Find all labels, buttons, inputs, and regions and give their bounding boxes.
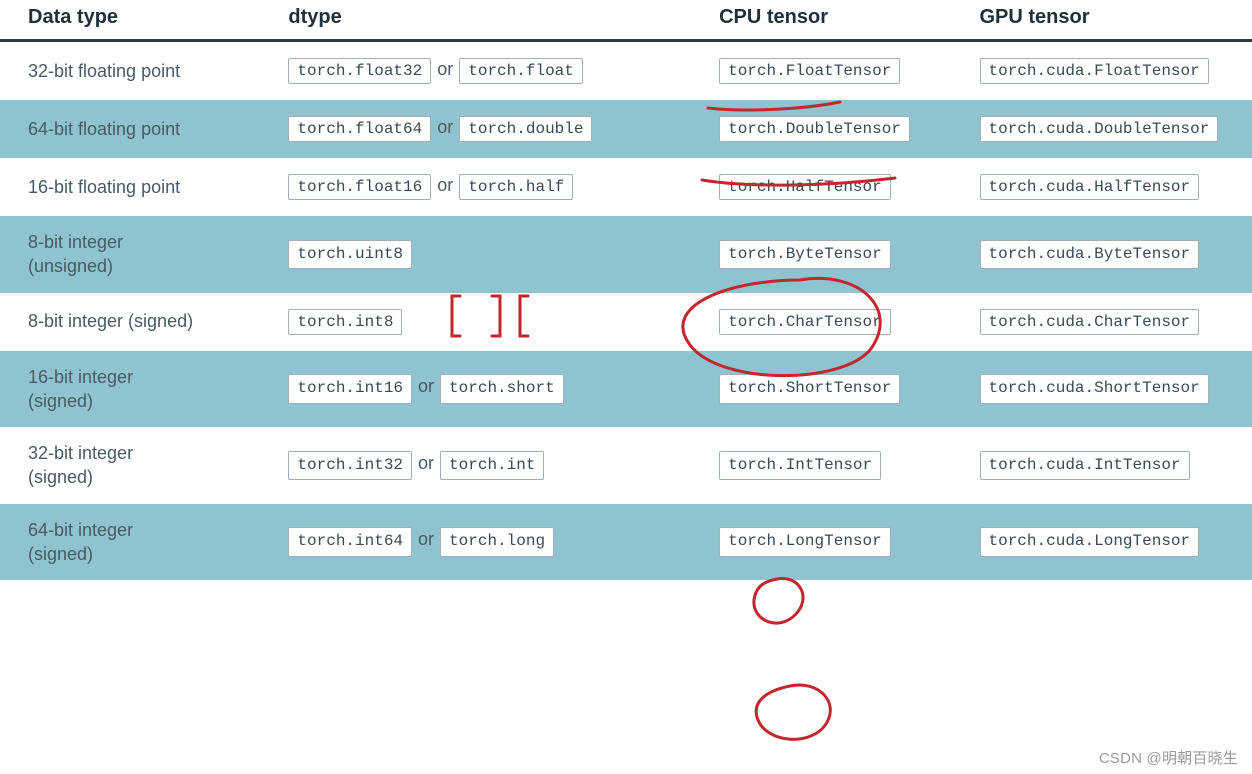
gpu-tensor-code: torch.cuda.DoubleTensor (980, 116, 1219, 142)
or-label: or (418, 374, 434, 398)
gpu-tensor-code: torch.cuda.ByteTensor (980, 240, 1200, 270)
gpu-tensor-cell: torch.cuda.HalfTensor (952, 158, 1252, 216)
gpu-tensor-cell: torch.cuda.ByteTensor (952, 216, 1252, 293)
col-header-dtype: dtype (260, 0, 691, 41)
data-type-label: 16-bit floating point (28, 177, 180, 197)
cpu-tensor-code: torch.DoubleTensor (719, 116, 910, 142)
cpu-tensor-cell: torch.CharTensor (691, 293, 951, 351)
dtype-cell: torch.int32ortorch.int (260, 427, 691, 504)
watermark-text: CSDN @明朝百晓生 (1099, 747, 1238, 768)
data-type-label: 16-bit integer (signed) (28, 367, 133, 411)
data-type-cell: 16-bit floating point (0, 158, 260, 216)
data-type-label: 32-bit floating point (28, 61, 180, 81)
circle-mark-icon (756, 685, 830, 739)
dtype-code: torch.half (459, 174, 573, 200)
gpu-tensor-cell: torch.cuda.FloatTensor (952, 41, 1252, 101)
gpu-tensor-cell: torch.cuda.LongTensor (952, 504, 1252, 581)
table-row: 64-bit integer (signed)torch.int64ortorc… (0, 504, 1252, 581)
dtype-code: torch.int (440, 451, 544, 481)
cpu-tensor-code: torch.IntTensor (719, 451, 881, 481)
cpu-tensor-cell: torch.LongTensor (691, 504, 951, 581)
gpu-tensor-code: torch.cuda.LongTensor (980, 527, 1200, 557)
cpu-tensor-code: torch.ByteTensor (719, 240, 891, 270)
tensor-types-table: Data type dtype CPU tensor GPU tensor 32… (0, 0, 1252, 580)
data-type-cell: 64-bit integer (signed) (0, 504, 260, 581)
gpu-tensor-code: torch.cuda.IntTensor (980, 451, 1190, 481)
table-row: 16-bit integer (signed)torch.int16ortorc… (0, 351, 1252, 428)
dtype-code: torch.int64 (288, 527, 412, 557)
dtype-code: torch.float32 (288, 58, 431, 84)
gpu-tensor-cell: torch.cuda.DoubleTensor (952, 100, 1252, 158)
cpu-tensor-code: torch.LongTensor (719, 527, 891, 557)
data-type-label: 64-bit integer (signed) (28, 520, 133, 564)
table-row: 64-bit floating pointtorch.float64ortorc… (0, 100, 1252, 158)
dtype-code: torch.int8 (288, 309, 402, 335)
dtype-code: torch.long (440, 527, 554, 557)
table-row: 32-bit integer (signed)torch.int32ortorc… (0, 427, 1252, 504)
cpu-tensor-cell: torch.IntTensor (691, 427, 951, 504)
dtype-cell: torch.float16 or torch.half (260, 158, 691, 216)
col-header-data-type: Data type (0, 0, 260, 41)
data-type-cell: 64-bit floating point (0, 100, 260, 158)
cpu-tensor-code: torch.HalfTensor (719, 174, 891, 200)
data-type-label: 8-bit integer (unsigned) (28, 232, 123, 276)
dtype-cell: torch.uint8 (260, 216, 691, 293)
data-type-cell: 8-bit integer (signed) (0, 293, 260, 351)
table-row: 32-bit floating pointtorch.float32ortorc… (0, 41, 1252, 101)
data-type-cell: 32-bit floating point (0, 41, 260, 101)
circle-mark-icon (754, 579, 803, 624)
or-label: or (437, 59, 453, 80)
cpu-tensor-cell: torch.ByteTensor (691, 216, 951, 293)
cpu-tensor-cell: torch.DoubleTensor (691, 100, 951, 158)
dtype-cell: torch.int16ortorch.short (260, 351, 691, 428)
or-label: or (418, 451, 434, 475)
dtype-code: torch.double (459, 116, 592, 142)
gpu-tensor-code: torch.cuda.FloatTensor (980, 58, 1209, 84)
data-type-cell: 16-bit integer (signed) (0, 351, 260, 428)
data-type-label: 64-bit floating point (28, 119, 180, 139)
dtype-cell: torch.int64ortorch.long (260, 504, 691, 581)
dtype-cell: torch.float32 or torch.float (260, 41, 691, 101)
table-row: 8-bit integer (unsigned) torch.uint8 torch… (0, 216, 1252, 293)
data-type-label: 32-bit integer (signed) (28, 443, 133, 487)
cpu-tensor-cell: torch.HalfTensor (691, 158, 951, 216)
cpu-tensor-code: torch.CharTensor (719, 309, 891, 335)
dtype-code: torch.float (459, 58, 583, 84)
or-label: or (437, 117, 453, 138)
col-header-gpu: GPU tensor (952, 0, 1252, 41)
col-header-cpu: CPU tensor (691, 0, 951, 41)
cpu-tensor-cell: torch.FloatTensor (691, 41, 951, 101)
or-label: or (418, 527, 434, 551)
dtype-code: torch.float64 (288, 116, 431, 142)
cpu-tensor-code: torch.FloatTensor (719, 58, 900, 84)
gpu-tensor-code: torch.cuda.CharTensor (980, 309, 1200, 335)
dtype-code: torch.short (440, 374, 564, 404)
gpu-tensor-cell: torch.cuda.IntTensor (952, 427, 1252, 504)
cpu-tensor-code: torch.ShortTensor (719, 374, 900, 404)
table-row: 8-bit integer (signed) torch.int8 torch.Ch… (0, 293, 1252, 351)
gpu-tensor-cell: torch.cuda.CharTensor (952, 293, 1252, 351)
dtype-cell: torch.float64 or torch.double (260, 100, 691, 158)
gpu-tensor-code: torch.cuda.ShortTensor (980, 374, 1209, 404)
dtype-cell: torch.int8 (260, 293, 691, 351)
dtype-code: torch.uint8 (288, 240, 412, 270)
dtype-code: torch.int16 (288, 374, 412, 404)
table-header-row: Data type dtype CPU tensor GPU tensor (0, 0, 1252, 41)
gpu-tensor-cell: torch.cuda.ShortTensor (952, 351, 1252, 428)
gpu-tensor-code: torch.cuda.HalfTensor (980, 174, 1200, 200)
dtype-code: torch.int32 (288, 451, 412, 481)
cpu-tensor-cell: torch.ShortTensor (691, 351, 951, 428)
data-type-label: 8-bit integer (signed) (28, 311, 193, 331)
dtype-code: torch.float16 (288, 174, 431, 200)
table-row: 16-bit floating pointtorch.float16ortorc… (0, 158, 1252, 216)
data-type-cell: 8-bit integer (unsigned) (0, 216, 260, 293)
or-label: or (437, 175, 453, 196)
data-type-cell: 32-bit integer (signed) (0, 427, 260, 504)
